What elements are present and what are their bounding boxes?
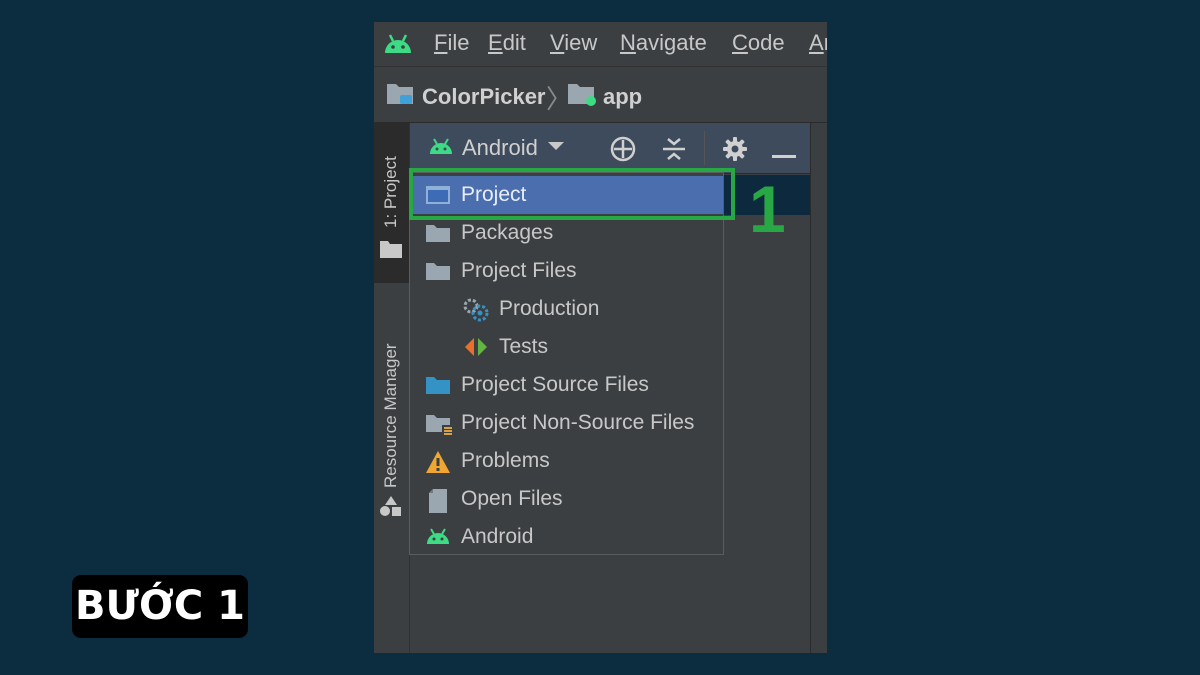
gears-icon <box>463 298 489 322</box>
dropdown-item-label: Project Non-Source Files <box>461 411 695 434</box>
breadcrumb-module[interactable]: app <box>567 81 642 112</box>
locate-crosshair-icon[interactable] <box>610 136 636 167</box>
tool-window-strip: 1: Project Resource Manager <box>374 123 410 653</box>
dropdown-item-android[interactable]: Android <box>410 518 723 556</box>
android-icon <box>428 137 454 160</box>
module-folder-icon <box>567 81 597 112</box>
dropdown-item-label: Project Source Files <box>461 373 649 396</box>
tests-icon <box>463 336 489 358</box>
menu-view[interactable]: View <box>550 30 597 56</box>
tab-resource-manager-label: Resource Manager <box>381 343 400 488</box>
dropdown-item-problems[interactable]: Problems <box>410 442 723 480</box>
view-dropdown-menu: Project Packages Project Files Productio… <box>409 172 724 555</box>
resource-shapes-icon <box>379 495 403 522</box>
dropdown-item-production[interactable]: Production <box>410 290 723 328</box>
folder-icon <box>425 222 451 244</box>
dropdown-item-label: Problems <box>461 449 550 472</box>
dropdown-item-project-files[interactable]: Project Files <box>410 252 723 290</box>
menu-bar: File Edit View Navigate Code An <box>374 22 827 67</box>
step-badge: BƯỚC 1 <box>72 575 248 638</box>
blue-folder-icon <box>425 374 451 396</box>
dropdown-item-open-files[interactable]: Open Files <box>410 480 723 518</box>
breadcrumb: ColorPicker 〉 app <box>374 67 827 123</box>
dropdown-item-label: Open Files <box>461 487 563 510</box>
menu-analyze[interactable]: An <box>809 30 827 56</box>
editor-edge <box>810 123 827 653</box>
tab-project-label: 1: Project <box>381 156 400 228</box>
view-selector-label: Android <box>462 135 538 160</box>
dropdown-item-label: Packages <box>461 221 554 244</box>
file-icon <box>427 488 453 513</box>
dropdown-item-tests[interactable]: Tests <box>410 328 723 366</box>
gear-icon[interactable] <box>722 136 748 167</box>
tab-resource-manager[interactable]: Resource Manager <box>374 323 409 523</box>
menu-edit[interactable]: Edit <box>488 30 526 56</box>
collapse-all-icon[interactable] <box>661 136 687 167</box>
breadcrumb-project-label: ColorPicker <box>422 83 546 109</box>
toolbar-divider <box>704 131 705 165</box>
dropdown-item-project-source-files[interactable]: Project Source Files <box>410 366 723 404</box>
tab-project[interactable]: 1: Project <box>374 123 409 283</box>
dropdown-item-label: Android <box>461 525 534 548</box>
panel-toolbar: Android <box>410 123 810 174</box>
breadcrumb-project[interactable]: ColorPicker <box>386 81 546 112</box>
non-source-folder-icon <box>425 412 452 437</box>
view-selector[interactable]: Android <box>428 135 566 161</box>
dropdown-item-label: Project Files <box>461 259 577 282</box>
project-folder-icon <box>379 239 403 264</box>
android-icon <box>425 526 451 548</box>
minimize-icon[interactable] <box>772 146 796 164</box>
menu-code[interactable]: Code <box>732 30 785 56</box>
project-folder-icon <box>386 81 416 112</box>
chevron-down-icon <box>546 139 566 157</box>
dropdown-item-label: Tests <box>499 335 549 358</box>
folder-icon <box>425 260 451 282</box>
breadcrumb-module-label: app <box>603 83 643 109</box>
menu-navigate[interactable]: Navigate <box>620 30 707 56</box>
step-number: 1 <box>749 172 786 246</box>
android-studio-logo-icon <box>382 31 414 60</box>
dropdown-item-label: Production <box>499 297 600 320</box>
dropdown-item-project-non-source-files[interactable]: Project Non-Source Files <box>410 404 723 442</box>
warning-icon <box>425 450 451 473</box>
menu-file[interactable]: File <box>434 30 469 56</box>
step-highlight-box <box>409 168 735 220</box>
